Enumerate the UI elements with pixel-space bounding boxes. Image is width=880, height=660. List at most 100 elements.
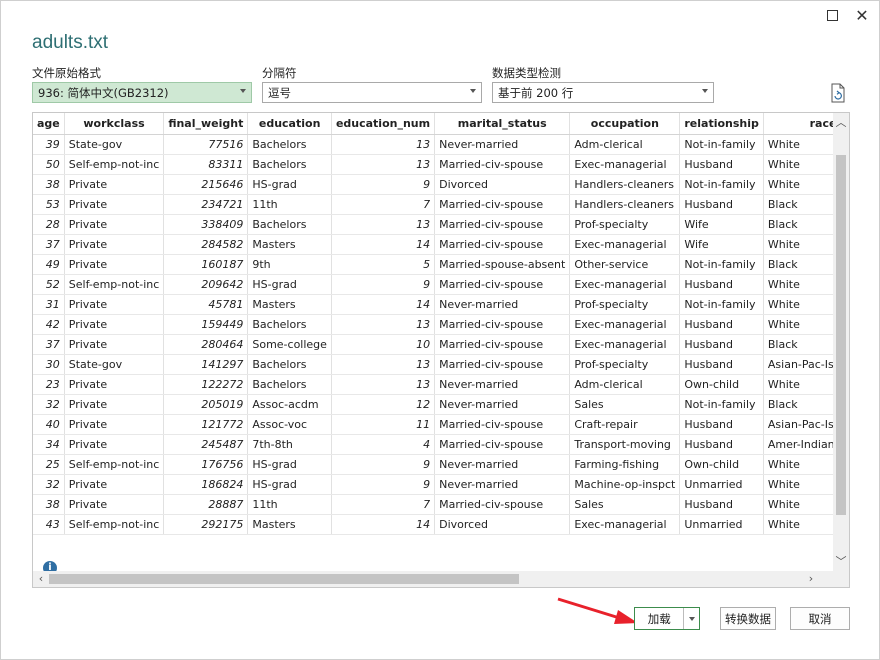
detect-select[interactable]: 基于前 200 行 bbox=[492, 82, 714, 103]
cancel-button[interactable]: 取消 bbox=[790, 607, 850, 630]
chevron-up-icon[interactable]: ︿ bbox=[833, 115, 849, 131]
load-dropdown[interactable] bbox=[683, 608, 699, 629]
cell-marital-status: Married-civ-spouse bbox=[434, 314, 571, 335]
cell-education-num: 9 bbox=[331, 174, 436, 195]
column-header-final-weight[interactable]: final_weight bbox=[163, 113, 249, 135]
chevron-down-icon bbox=[470, 89, 476, 93]
cell-age: 40 bbox=[33, 414, 65, 435]
cell-age: 25 bbox=[33, 454, 65, 475]
chevron-down-icon[interactable]: ﹀ bbox=[833, 554, 849, 570]
cell-age: 28 bbox=[33, 214, 65, 235]
cell-occupation: Sales bbox=[569, 494, 681, 515]
chevron-left-icon[interactable]: ‹ bbox=[33, 571, 49, 587]
column-header-occupation[interactable]: occupation bbox=[569, 113, 681, 135]
cell-workclass: Self-emp-not-inc bbox=[64, 514, 165, 535]
cell-education-num: 7 bbox=[331, 194, 436, 215]
cell-relationship: Husband bbox=[679, 274, 764, 295]
cell-relationship: Not-in-family bbox=[679, 134, 764, 155]
cell-workclass: Private bbox=[64, 214, 165, 235]
column-header-marital-status[interactable]: marital_status bbox=[434, 113, 571, 135]
cell-final-weight: 205019 bbox=[163, 394, 249, 415]
cell-relationship: Own-child bbox=[679, 374, 764, 395]
cell-final-weight: 338409 bbox=[163, 214, 249, 235]
chevron-right-icon[interactable]: › bbox=[803, 571, 819, 587]
cell-final-weight: 209642 bbox=[163, 274, 249, 295]
cell-workclass: Self-emp-not-inc bbox=[64, 154, 165, 175]
cell-education-num: 7 bbox=[331, 494, 436, 515]
table-row: 25 Self-emp-not-inc 176756 HS-grad 9 Never-ma… bbox=[33, 454, 849, 475]
load-button[interactable]: 加载 bbox=[634, 607, 700, 630]
column-header-age[interactable]: age bbox=[33, 113, 65, 135]
cell-workclass: Private bbox=[64, 194, 165, 215]
cell-final-weight: 284582 bbox=[163, 234, 249, 255]
cell-occupation: Exec-managerial bbox=[569, 234, 681, 255]
cell-workclass: Self-emp-not-inc bbox=[64, 454, 165, 475]
column-header-relationship[interactable]: relationship bbox=[679, 113, 764, 135]
cell-marital-status: Married-civ-spouse bbox=[434, 334, 571, 355]
cell-workclass: Private bbox=[64, 234, 165, 255]
table-row: 40 Private 121772 Assoc-voc 11 Married-civ-sp… bbox=[33, 414, 849, 435]
cell-occupation: Craft-repair bbox=[569, 414, 681, 435]
origin-value: 936: 简体中文(GB2312) bbox=[38, 85, 169, 100]
cell-education-num: 9 bbox=[331, 474, 436, 495]
cell-marital-status: Never-married bbox=[434, 394, 571, 415]
column-header-education[interactable]: education bbox=[247, 113, 332, 135]
cell-final-weight: 292175 bbox=[163, 514, 249, 535]
cell-occupation: Prof-specialty bbox=[569, 214, 681, 235]
column-header-workclass[interactable]: workclass bbox=[64, 113, 165, 135]
cell-age: 43 bbox=[33, 514, 65, 535]
cell-occupation: Prof-specialty bbox=[569, 354, 681, 375]
origin-label: 文件原始格式 bbox=[32, 66, 101, 80]
delimiter-value: 逗号 bbox=[268, 85, 291, 100]
cell-workclass: Private bbox=[64, 374, 165, 395]
cell-education-num: 12 bbox=[331, 394, 436, 415]
detect-value: 基于前 200 行 bbox=[498, 85, 574, 100]
cell-relationship: Unmarried bbox=[679, 514, 764, 535]
cell-education: Bachelors bbox=[247, 214, 332, 235]
cell-relationship: Own-child bbox=[679, 454, 764, 475]
horizontal-scrollbar[interactable]: ‹ › bbox=[33, 571, 849, 587]
column-header-education-num[interactable]: education_num bbox=[331, 113, 436, 135]
cell-marital-status: Never-married bbox=[434, 454, 571, 475]
cell-marital-status: Divorced bbox=[434, 174, 571, 195]
cell-relationship: Husband bbox=[679, 334, 764, 355]
cell-occupation: Exec-managerial bbox=[569, 154, 681, 175]
cell-education-num: 14 bbox=[331, 294, 436, 315]
refresh-icon[interactable] bbox=[829, 83, 847, 103]
delimiter-select[interactable]: 逗号 bbox=[262, 82, 482, 103]
cell-education: HS-grad bbox=[247, 454, 332, 475]
transform-data-button[interactable]: 转换数据 bbox=[720, 607, 776, 630]
cell-education-num: 13 bbox=[331, 154, 436, 175]
cell-final-weight: 186824 bbox=[163, 474, 249, 495]
cell-education-num: 9 bbox=[331, 454, 436, 475]
cell-occupation: Machine-op-inspct bbox=[569, 474, 681, 495]
origin-select[interactable]: 936: 简体中文(GB2312) bbox=[32, 82, 252, 103]
cell-occupation: Handlers-cleaners bbox=[569, 194, 681, 215]
maximize-icon bbox=[826, 9, 838, 21]
preview-table: age workclass final_weight education educati… bbox=[33, 113, 849, 535]
chevron-down-icon bbox=[688, 616, 695, 621]
vertical-scroll-thumb[interactable] bbox=[836, 155, 846, 515]
maximize-button[interactable] bbox=[817, 3, 847, 27]
cell-relationship: Husband bbox=[679, 194, 764, 215]
cell-occupation: Handlers-cleaners bbox=[569, 174, 681, 195]
cell-age: 37 bbox=[33, 234, 65, 255]
cell-marital-status: Married-civ-spouse bbox=[434, 194, 571, 215]
cell-education: HS-grad bbox=[247, 274, 332, 295]
cell-marital-status: Never-married bbox=[434, 474, 571, 495]
cell-occupation: Transport-moving bbox=[569, 434, 681, 455]
cell-education: Bachelors bbox=[247, 154, 332, 175]
cell-education: Some-college bbox=[247, 334, 332, 355]
vertical-scrollbar[interactable]: ︿ ﹀ bbox=[833, 113, 849, 572]
cell-education: Bachelors bbox=[247, 374, 332, 395]
table-row: 42 Private 159449 Bachelors 13 Married-civ-sp… bbox=[33, 314, 849, 335]
horizontal-scroll-thumb[interactable] bbox=[49, 574, 519, 584]
cell-occupation: Exec-managerial bbox=[569, 514, 681, 535]
cell-relationship: Husband bbox=[679, 314, 764, 335]
cell-occupation: Exec-managerial bbox=[569, 334, 681, 355]
close-button[interactable]: ✕ bbox=[847, 3, 877, 27]
cell-final-weight: 83311 bbox=[163, 154, 249, 175]
cell-education-num: 4 bbox=[331, 434, 436, 455]
annotation-arrow-icon bbox=[557, 597, 638, 624]
cell-final-weight: 245487 bbox=[163, 434, 249, 455]
